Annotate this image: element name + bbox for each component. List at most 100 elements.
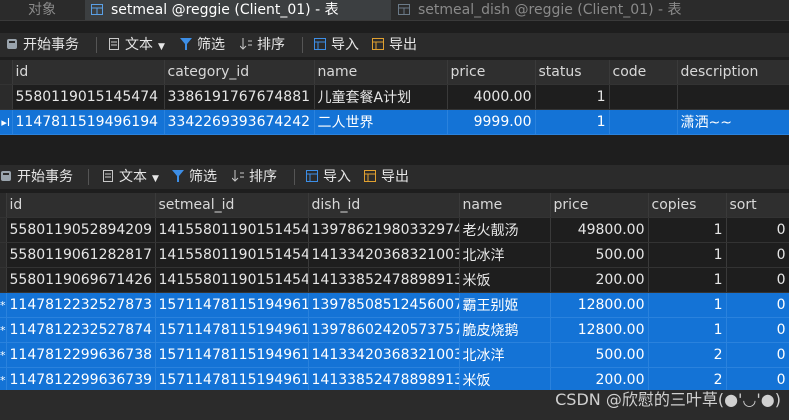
cell-id[interactable]: 5580119015145474 (12, 84, 165, 110)
cell-id[interactable]: 1147811519496194 (12, 109, 165, 135)
cell-price[interactable]: 12800.00 (550, 292, 649, 318)
tab-setmeal[interactable]: setmeal @reggie (Client_01) - 表 (85, 0, 391, 20)
column-header-setmeal-id[interactable]: setmeal_id (155, 193, 309, 218)
cell-description[interactable]: 潇洒~~ (677, 109, 789, 135)
table-row[interactable]: 5580119069671426141558011901514547414133… (0, 267, 789, 293)
column-header-copies[interactable]: copies (648, 193, 727, 218)
cell-sort[interactable]: 0 (726, 217, 789, 243)
column-header-description[interactable]: description (677, 60, 789, 85)
cell-sort[interactable]: 0 (726, 292, 789, 318)
export-button[interactable]: 导出 (372, 33, 417, 57)
column-header-code[interactable]: code (609, 60, 678, 85)
cell-price[interactable]: 49800.00 (550, 217, 649, 243)
export-button[interactable]: 导出 (364, 165, 409, 189)
cell-name[interactable]: 儿童套餐A计划 (314, 84, 448, 110)
cell-category-id[interactable]: 3386191767674881 (164, 84, 315, 110)
cell-setmeal-id[interactable]: 1571147811519496194 (155, 317, 309, 343)
cell-dish-id[interactable]: 1413385247889891330 (308, 267, 460, 293)
import-label: 导入 (323, 169, 351, 185)
cell-copies[interactable]: 1 (648, 317, 727, 343)
cell-price[interactable]: 500.00 (550, 242, 649, 268)
cell-name[interactable]: 米饭 (459, 367, 551, 393)
cell-name[interactable]: 二人世界 (314, 109, 448, 135)
cell-description[interactable] (677, 84, 789, 110)
cell-price[interactable]: 9999.00 (447, 109, 536, 135)
text-button[interactable]: 文本 ▼ (108, 33, 165, 57)
column-header-dish-id[interactable]: dish_id (308, 193, 460, 218)
cell-setmeal-id[interactable]: 1415580119015145474 (155, 242, 309, 268)
column-header-id[interactable]: id (12, 60, 165, 85)
begin-transaction-button[interactable]: 开始事务 (0, 165, 73, 189)
cell-id[interactable]: 5580119061282817 (6, 242, 156, 268)
cell-dish-id[interactable]: 1413342036832100354 (308, 342, 460, 368)
cell-id[interactable]: 1147812299636738 (6, 342, 156, 368)
cell-name[interactable]: 米饭 (459, 267, 551, 293)
cell-id[interactable]: 1147812232527873 (6, 292, 156, 318)
cell-name[interactable]: 北冰洋 (459, 242, 551, 268)
cell-dish-id[interactable]: 1397860242057375745 (308, 317, 460, 343)
table-row[interactable]: *114781229963673815711478115194961941413… (0, 342, 789, 368)
cell-id[interactable]: 5580119069671426 (6, 267, 156, 293)
cell-name[interactable]: 脆皮烧鹅 (459, 317, 551, 343)
column-header-name[interactable]: name (459, 193, 551, 218)
cell-code[interactable] (609, 84, 678, 110)
sort-button[interactable]: 排序 (239, 33, 285, 57)
cell-sort[interactable]: 0 (726, 267, 789, 293)
toolbar-divider (294, 169, 295, 185)
cell-setmeal-id[interactable]: 1415580119015145474 (155, 267, 309, 293)
column-header-status[interactable]: status (535, 60, 610, 85)
cell-copies[interactable]: 1 (648, 267, 727, 293)
filter-button[interactable]: 筛选 (172, 165, 217, 189)
cell-price[interactable]: 12800.00 (550, 317, 649, 343)
column-header-category-id[interactable]: category_id (164, 60, 315, 85)
cell-id[interactable]: 5580119052894209 (6, 217, 156, 243)
cell-dish-id[interactable]: 1413342036832100354 (308, 242, 460, 268)
cell-setmeal-id[interactable]: 1415580119015145474 (155, 217, 309, 243)
cell-copies[interactable]: 1 (648, 217, 727, 243)
cell-copies[interactable]: 1 (648, 242, 727, 268)
cell-price[interactable]: 500.00 (550, 342, 649, 368)
cell-copies[interactable]: 1 (648, 292, 727, 318)
column-header-price[interactable]: price (447, 60, 536, 85)
table-row[interactable]: *114781223252787315711478115194961941397… (0, 292, 789, 318)
import-button[interactable]: 导入 (306, 165, 351, 189)
cell-sort[interactable]: 0 (726, 242, 789, 268)
column-header-id[interactable]: id (6, 193, 156, 218)
table-row[interactable]: 5580119052894209141558011901514547413978… (0, 217, 789, 243)
cell-name[interactable]: 老火靓汤 (459, 217, 551, 243)
filter-icon (180, 34, 192, 50)
cell-dish-id[interactable]: 1413385247889891330 (308, 367, 460, 393)
cell-id[interactable]: 1147812299636739 (6, 367, 156, 393)
cell-status[interactable]: 1 (535, 109, 610, 135)
text-button[interactable]: 文本 ▼ (102, 165, 159, 189)
cell-setmeal-id[interactable]: 1571147811519496194 (155, 342, 309, 368)
begin-transaction-button[interactable]: 开始事务 (6, 33, 79, 57)
cell-dish-id[interactable]: 1397850851245600769 (308, 292, 460, 318)
cell-sort[interactable]: 0 (726, 342, 789, 368)
cell-price[interactable]: 4000.00 (447, 84, 536, 110)
cell-sort[interactable]: 0 (726, 317, 789, 343)
cell-setmeal-id[interactable]: 1571147811519496194 (155, 292, 309, 318)
import-button[interactable]: 导入 (314, 33, 359, 57)
cell-status[interactable]: 1 (535, 84, 610, 110)
sort-button[interactable]: 排序 (231, 165, 277, 189)
column-header-name[interactable]: name (314, 60, 448, 85)
filter-button[interactable]: 筛选 (180, 33, 225, 57)
cell-dish-id[interactable]: 1397862198033297410 (308, 217, 460, 243)
cell-name[interactable]: 霸王别姬 (459, 292, 551, 318)
cell-copies[interactable]: 2 (648, 342, 727, 368)
column-header-price[interactable]: price (550, 193, 649, 218)
cell-name[interactable]: 北冰洋 (459, 342, 551, 368)
table-row[interactable]: 5580119061282817141558011901514547414133… (0, 242, 789, 268)
cell-category-id[interactable]: 3342269393674242 (164, 109, 315, 135)
export-icon (372, 34, 384, 50)
cell-price[interactable]: 200.00 (550, 267, 649, 293)
tab-setmeal-dish[interactable]: setmeal_dish @reggie (Client_01) - 表 (392, 0, 698, 20)
cell-id[interactable]: 1147812232527874 (6, 317, 156, 343)
cell-code[interactable] (609, 109, 678, 135)
column-header-sort[interactable]: sort (726, 193, 789, 218)
table-row[interactable]: ▸I 1147811519496194 3342269393674242 二人世界 99… (0, 109, 789, 135)
table-row[interactable]: 5580119015145474 3386191767674881 儿童套餐A计划 4… (0, 84, 789, 110)
cell-setmeal-id[interactable]: 1571147811519496194 (155, 367, 309, 393)
table-row[interactable]: *114781223252787415711478115194961941397… (0, 317, 789, 343)
